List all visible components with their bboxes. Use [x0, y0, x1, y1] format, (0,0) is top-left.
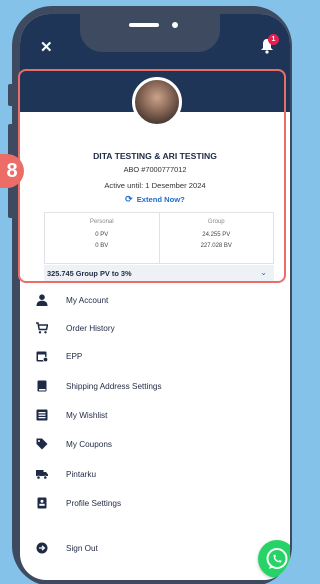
whatsapp-button[interactable]: [258, 540, 290, 578]
menu-item-epp[interactable]: EPP: [36, 347, 82, 365]
sign-out-icon: [36, 542, 48, 554]
menu-item-pintarku[interactable]: Pintarku: [36, 465, 96, 483]
menu-item-my-wishlist[interactable]: My Wishlist: [36, 406, 107, 424]
truck-icon: [36, 470, 48, 480]
menu-item-shipping-address[interactable]: Shipping Address Settings: [36, 377, 162, 395]
menu-label: My Account: [66, 295, 109, 305]
phone-side-button: [8, 84, 13, 106]
menu-item-sign-out[interactable]: Sign Out: [36, 539, 98, 557]
menu-label: Order History: [66, 323, 115, 333]
menu-item-order-history[interactable]: Order History: [36, 319, 115, 337]
menu-label: Sign Out: [66, 543, 98, 553]
close-icon[interactable]: ✕: [40, 38, 53, 56]
menu-label: My Wishlist: [66, 410, 108, 420]
menu-label: Profile Settings: [66, 498, 122, 508]
book-icon: [37, 380, 47, 392]
id-card-icon: [37, 497, 47, 509]
profile-section-highlight: [18, 69, 286, 283]
tag-icon: [36, 438, 48, 450]
camera: [172, 22, 178, 28]
whatsapp-icon: [266, 548, 288, 569]
speaker: [129, 23, 159, 27]
menu-label: Shipping Address Settings: [66, 381, 162, 391]
cart-icon: [36, 322, 48, 334]
menu-item-profile-settings[interactable]: Profile Settings: [36, 494, 121, 512]
list-icon: [36, 409, 48, 421]
notification-badge: 1: [268, 34, 279, 45]
calendar-icon: [36, 351, 48, 362]
menu-item-my-coupons[interactable]: My Coupons: [36, 435, 112, 453]
phone-notch: [80, 14, 220, 52]
menu-label: My Coupons: [66, 439, 112, 449]
menu-label: Pintarku: [66, 469, 97, 479]
person-icon: [36, 294, 48, 306]
menu-item-my-account[interactable]: My Account: [36, 291, 108, 309]
menu-label: EPP: [66, 351, 83, 361]
